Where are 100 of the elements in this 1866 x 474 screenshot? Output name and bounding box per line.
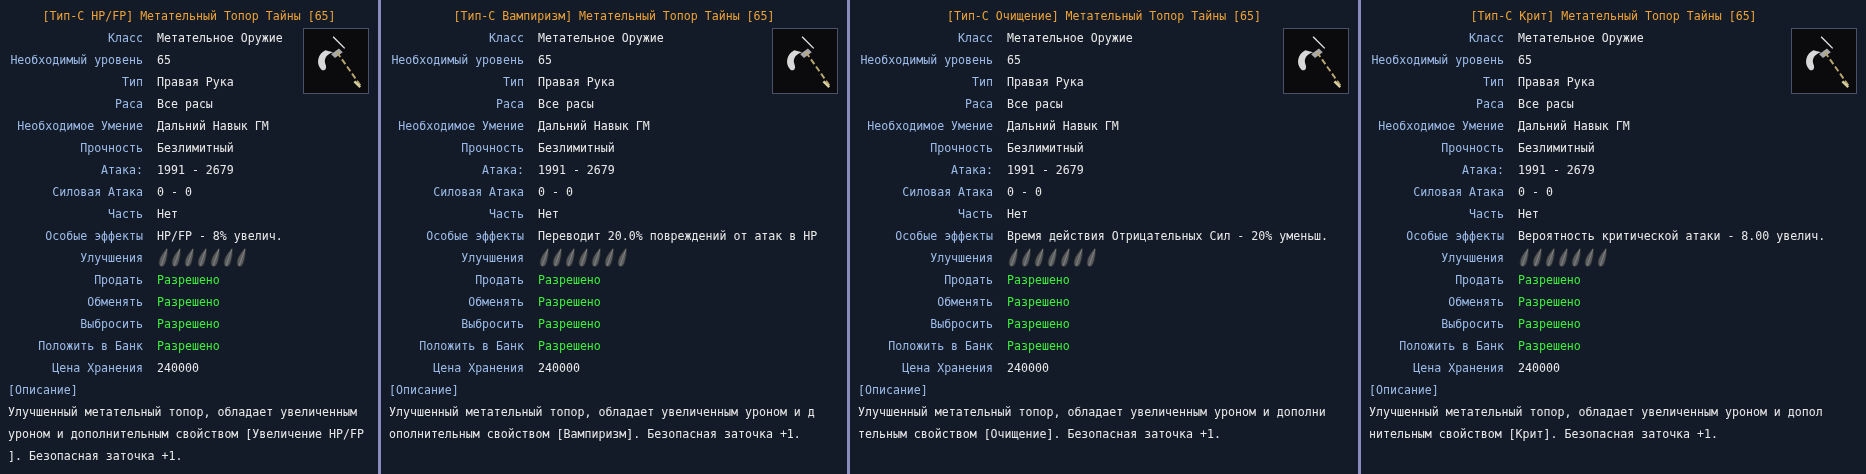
stat-label: Необходимый уровень bbox=[10, 53, 143, 67]
stat-label: Цена Хранения bbox=[902, 361, 993, 375]
stat-value: Время действия Отрицательных Сил - 20% уменьш. bbox=[1007, 228, 1329, 245]
permission-value: Разрешено bbox=[538, 294, 601, 311]
stat-label: Необходимый уровень bbox=[391, 53, 524, 67]
stat-label: Выбросить bbox=[1441, 317, 1504, 331]
permission-value: Разрешено bbox=[157, 272, 220, 289]
stat-label: Выбросить bbox=[930, 317, 993, 331]
stat-label: Улучшения bbox=[80, 251, 143, 265]
description-text: уроном и дополнительным свойством [Увеличение HP/FP bbox=[8, 426, 365, 443]
stat-label: Класс bbox=[1469, 31, 1504, 45]
item-title: [Тип-С Очищение] Метательный Топор Тайны [65] bbox=[945, 8, 1263, 25]
stat-value: Метательное Оружие bbox=[1518, 30, 1644, 47]
permission-value: Разрешено bbox=[538, 316, 601, 333]
stat-label: Часть bbox=[958, 207, 993, 221]
stat-label: Необходимый уровень bbox=[1371, 53, 1504, 67]
stat-value: Безлимитный bbox=[538, 140, 615, 157]
stat-label: Особые эффекты bbox=[1406, 229, 1504, 243]
stat-label: Силовая Атака bbox=[1413, 185, 1504, 199]
permission-value: Разрешено bbox=[157, 294, 220, 311]
stat-label: Тип bbox=[122, 75, 143, 89]
permission-value: Разрешено bbox=[157, 338, 220, 355]
stat-label: Особые эффекты bbox=[45, 229, 143, 243]
stat-value: Дальний Навык ГМ bbox=[1007, 118, 1119, 135]
stat-label: Тип bbox=[1483, 75, 1504, 89]
stat-value: HP/FP - 8% увелич. bbox=[157, 228, 283, 245]
permission-value: Разрешено bbox=[1518, 316, 1581, 333]
stat-value: Все расы bbox=[538, 96, 594, 113]
stat-label: Положить в Банк bbox=[419, 339, 524, 353]
stat-value: 65 bbox=[1518, 52, 1532, 69]
stat-value: 240000 bbox=[1007, 360, 1049, 377]
stat-value: Дальний Навык ГМ bbox=[1518, 118, 1630, 135]
stat-label: Силовая Атака bbox=[902, 185, 993, 199]
stat-label: Класс bbox=[489, 31, 524, 45]
permission-value: Разрешено bbox=[1518, 272, 1581, 289]
stat-value: 65 bbox=[157, 52, 171, 69]
stat-label: Продать bbox=[1455, 273, 1504, 287]
stat-label: Выбросить bbox=[461, 317, 524, 331]
stat-label: Необходимое Умение bbox=[398, 119, 524, 133]
stat-value: Безлимитный bbox=[157, 140, 234, 157]
stat-label: Обменять bbox=[937, 295, 993, 309]
stat-label: Необходимое Умение bbox=[1378, 119, 1504, 133]
stat-label: Раса bbox=[1476, 97, 1504, 111]
stat-label: Обменять bbox=[468, 295, 524, 309]
stat-label: Необходимый уровень bbox=[860, 53, 993, 67]
description-heading: [Описание] bbox=[1369, 382, 1440, 399]
stat-label: Атака: bbox=[482, 163, 524, 177]
stat-label: Прочность bbox=[461, 141, 524, 155]
description-heading: [Описание] bbox=[858, 382, 929, 399]
stat-value: 65 bbox=[538, 52, 552, 69]
stat-label: Выбросить bbox=[80, 317, 143, 331]
stat-value: Нет bbox=[1518, 206, 1539, 223]
description-text: ополнительным свойством [Вампиризм]. Безопасная заточка +1. bbox=[389, 426, 802, 443]
description-text: нительным свойством [Крит]. Безопасная заточка +1. bbox=[1369, 426, 1719, 443]
stat-label: Цена Хранения bbox=[1413, 361, 1504, 375]
description-heading: [Описание] bbox=[389, 382, 460, 399]
item-title: [Тип-С Крит] Метательный Топор Тайны [65] bbox=[1469, 8, 1758, 25]
stat-value: 0 - 0 bbox=[538, 184, 573, 201]
stat-label: Силовая Атака bbox=[433, 185, 524, 199]
stat-label: Атака: bbox=[1462, 163, 1504, 177]
stat-label: Особые эффекты bbox=[426, 229, 524, 243]
permission-value: Разрешено bbox=[1007, 272, 1070, 289]
stat-value: Метательное Оружие bbox=[538, 30, 664, 47]
stat-value: Переводит 20.0% повреждений от атак в HP bbox=[538, 228, 818, 245]
stat-value: Нет bbox=[1007, 206, 1028, 223]
stat-label: Улучшения bbox=[930, 251, 993, 265]
stat-value: 65 bbox=[1007, 52, 1021, 69]
description-text: Улучшенный метательный топор, обладает увеличенным уроном и дополни bbox=[858, 404, 1327, 421]
stat-label: Часть bbox=[489, 207, 524, 221]
item-title: [Тип-С Вампиризм] Метательный Топор Тайны [65] bbox=[452, 8, 776, 25]
stat-value: Все расы bbox=[1007, 96, 1063, 113]
permission-value: Разрешено bbox=[538, 338, 601, 355]
permission-value: Разрешено bbox=[1518, 294, 1581, 311]
stat-label: Положить в Банк bbox=[888, 339, 993, 353]
stat-label: Продать bbox=[944, 273, 993, 287]
stat-label: Прочность bbox=[1441, 141, 1504, 155]
permission-value: Разрешено bbox=[1518, 338, 1581, 355]
stat-value: Дальний Навык ГМ bbox=[157, 118, 269, 135]
description-text: ]. Безопасная заточка +1. bbox=[8, 448, 184, 465]
stat-value: Все расы bbox=[157, 96, 213, 113]
stat-label: Класс bbox=[958, 31, 993, 45]
description-heading: [Описание] bbox=[8, 382, 79, 399]
stat-label: Положить в Банк bbox=[1399, 339, 1504, 353]
stat-label: Тип bbox=[503, 75, 524, 89]
stat-value: Безлимитный bbox=[1518, 140, 1595, 157]
stat-label: Продать bbox=[94, 273, 143, 287]
stat-label: Атака: bbox=[951, 163, 993, 177]
stat-value: Нет bbox=[157, 206, 178, 223]
stat-label: Положить в Банк bbox=[38, 339, 143, 353]
description-text: Улучшенный метательный топор, обладает увеличенным уроном и д bbox=[389, 404, 816, 421]
stat-label: Необходимое Умение bbox=[867, 119, 993, 133]
stat-value: 1991 - 2679 bbox=[157, 162, 234, 179]
stat-label: Цена Хранения bbox=[433, 361, 524, 375]
stat-value: Правая Рука bbox=[1007, 74, 1084, 91]
description-text: тельным свойством [Очищение]. Безопасная заточка +1. bbox=[858, 426, 1222, 443]
stat-label: Часть bbox=[1469, 207, 1504, 221]
stat-label: Улучшения bbox=[461, 251, 524, 265]
stat-label: Раса bbox=[965, 97, 993, 111]
stat-value: 0 - 0 bbox=[1518, 184, 1553, 201]
stat-value: Правая Рука bbox=[1518, 74, 1595, 91]
